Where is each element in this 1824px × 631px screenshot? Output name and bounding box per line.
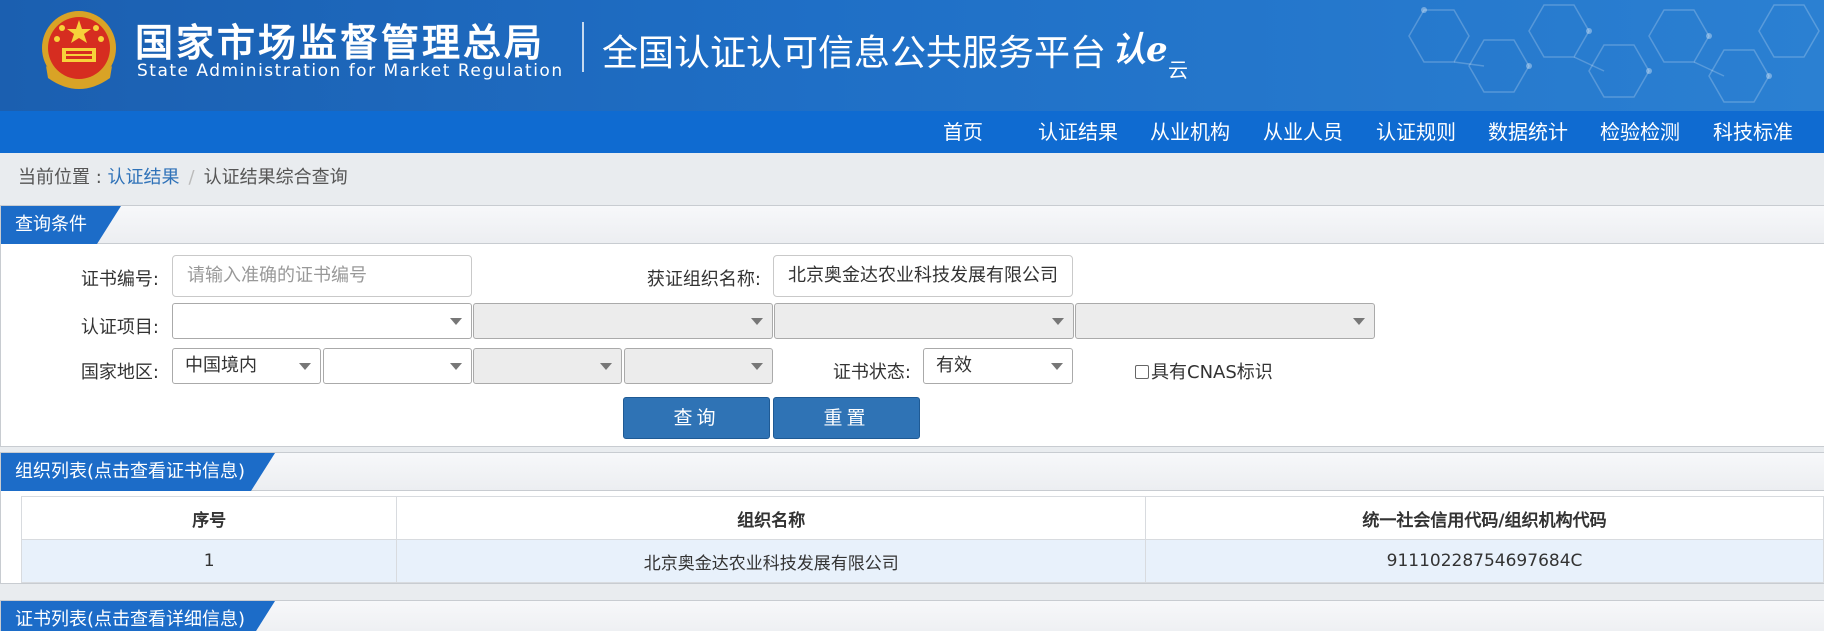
nav-item-personnel[interactable]: 从业人员 [1263, 111, 1343, 153]
column-header-org-name: 组织名称 [396, 496, 1147, 540]
cert-list-panel-title: 证书列表(点击查看详细信息) [1, 601, 275, 631]
cell-credit-code: 91110228754697684C [1145, 539, 1824, 583]
region-select-country[interactable]: 中国境内 [172, 348, 321, 384]
cell-org-name[interactable]: 北京奥金达农业科技发展有限公司 [396, 539, 1147, 583]
query-panel-header: 查询条件 [1, 206, 1824, 244]
hexagon-pattern-decoration [1408, 4, 1820, 103]
search-button[interactable]: 查询 [623, 397, 770, 439]
nav-item-cert-results[interactable]: 认证结果 [1038, 111, 1118, 153]
column-header-index: 序号 [20, 496, 398, 540]
region-label: 国家地区: [80, 362, 159, 383]
platform-title: 全国认证认可信息公共服务平台 [602, 33, 1107, 74]
chevron-down-icon [1052, 318, 1064, 325]
breadcrumb-prefix: 当前位置 : [18, 167, 108, 188]
org-table: 序号 组织名称 统一社会信用代码/组织机构代码 1 北京奥金达农业科技发展有限公… [20, 496, 1824, 583]
breadcrumb-link-cert-results[interactable]: 认证结果 [108, 167, 180, 188]
cert-no-label: 证书编号: [80, 269, 159, 290]
cell-index: 1 [20, 539, 398, 583]
breadcrumb: 当前位置 : 认证结果 / 认证结果综合查询 [18, 163, 348, 189]
chevron-down-icon [299, 363, 311, 370]
org-list-panel-header: 组织列表(点击查看证书信息) [1, 453, 1824, 491]
cnas-checkbox[interactable] [1135, 365, 1149, 379]
nav-item-standards[interactable]: 科技标准 [1713, 111, 1793, 153]
chevron-down-icon [600, 363, 612, 370]
cert-project-label: 认证项目: [80, 317, 159, 338]
chevron-down-icon [751, 318, 763, 325]
nav-item-inspection[interactable]: 检验检测 [1600, 111, 1680, 153]
cnas-checkbox-wrap[interactable]: 具有CNAS标识 [1135, 358, 1273, 384]
cert-project-select-1[interactable] [172, 303, 472, 339]
nav-item-statistics[interactable]: 数据统计 [1488, 111, 1568, 153]
region-select-value: 中国境内 [185, 355, 257, 376]
cert-status-select[interactable]: 有效 [923, 348, 1073, 384]
breadcrumb-current: 认证结果综合查询 [203, 167, 348, 188]
org-name-label: 获证组织名称: [646, 269, 761, 290]
cert-project-select-2[interactable] [473, 303, 773, 339]
brand-logo-suffix: 云 [1168, 58, 1188, 82]
chevron-down-icon [751, 363, 763, 370]
cert-project-select-3[interactable] [774, 303, 1074, 339]
region-select-city[interactable] [473, 348, 622, 384]
table-header-row: 序号 组织名称 统一社会信用代码/组织机构代码 [20, 496, 1824, 540]
org-list-panel: 组织列表(点击查看证书信息) 序号 组织名称 统一社会信用代码/组织机构代码 1… [0, 452, 1824, 584]
cert-status-label: 证书状态: [832, 362, 911, 383]
chevron-down-icon [450, 318, 462, 325]
reset-button[interactable]: 重置 [773, 397, 920, 439]
nav-item-institutions[interactable]: 从业机构 [1150, 111, 1230, 153]
query-panel-title: 查询条件 [1, 206, 121, 244]
agency-name-cn: 国家市场监督管理总局 [135, 21, 546, 65]
main-nav: 首页 认证结果 从业机构 从业人员 认证规则 数据统计 检验检测 科技标准 [0, 111, 1824, 153]
header-divider [582, 22, 584, 72]
chevron-down-icon [1051, 363, 1063, 370]
query-panel: 查询条件 证书编号: 请输入准确的证书编号 获证组织名称: 北京奥金达农业科技发… [0, 205, 1824, 447]
agency-name-en: State Administration for Market Regulati… [137, 61, 564, 81]
nav-item-home[interactable]: 首页 [943, 111, 983, 153]
national-emblem-logo [42, 11, 116, 89]
cert-list-panel: 证书列表(点击查看详细信息) [0, 600, 1824, 631]
nav-item-cert-rules[interactable]: 认证规则 [1376, 111, 1456, 153]
org-name-input[interactable]: 北京奥金达农业科技发展有限公司 [773, 255, 1073, 297]
cert-no-input[interactable]: 请输入准确的证书编号 [172, 255, 472, 297]
org-list-panel-title: 组织列表(点击查看证书信息) [1, 453, 275, 491]
brand-logo: 认e [1112, 30, 1168, 70]
site-header: 国家市场监督管理总局 State Administration for Mark… [0, 0, 1824, 111]
cert-status-value: 有效 [936, 355, 972, 376]
cert-list-panel-header: 证书列表(点击查看详细信息) [1, 601, 1824, 631]
breadcrumb-separator: / [188, 167, 195, 188]
region-select-province[interactable] [323, 348, 472, 384]
table-row[interactable]: 1 北京奥金达农业科技发展有限公司 91110228754697684C [20, 539, 1824, 583]
column-header-credit-code: 统一社会信用代码/组织机构代码 [1145, 496, 1824, 540]
region-select-district[interactable] [624, 348, 773, 384]
chevron-down-icon [450, 363, 462, 370]
chevron-down-icon [1353, 318, 1365, 325]
cnas-checkbox-label: 具有CNAS标识 [1151, 362, 1273, 383]
cert-project-select-4[interactable] [1075, 303, 1375, 339]
